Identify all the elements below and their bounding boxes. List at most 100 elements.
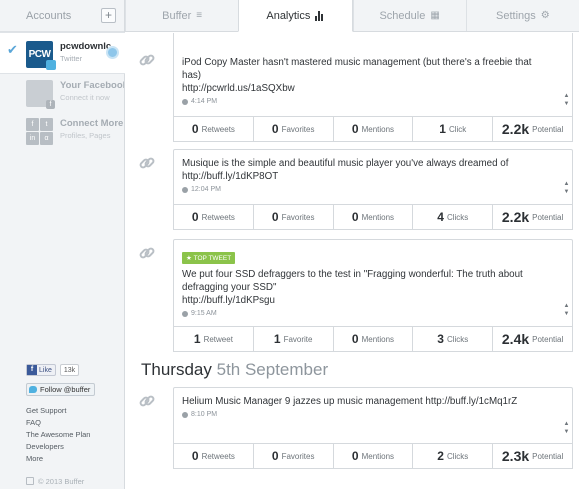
clock-icon	[182, 186, 188, 193]
stat-label: Potential	[532, 334, 564, 344]
stat-value: 1	[273, 332, 281, 346]
account-item-pcwdownloads[interactable]: ✔ PCW pcwdownlc Twitter	[0, 32, 125, 74]
facebook-icon: f	[27, 365, 37, 375]
tab-settings[interactable]: Settings ⚙	[465, 0, 579, 31]
bar-chart-icon	[315, 10, 324, 21]
stat-mentions: 0 Mentions	[332, 444, 414, 469]
account-type: Twitter	[60, 54, 83, 63]
post-scrollbar[interactable]: ▲ ▼	[563, 420, 570, 436]
accounts-sidebar: Accounts + ✔ PCW pcwdownlc Twitter f You…	[0, 0, 125, 489]
stat-label: Clicks	[446, 212, 469, 222]
stat-value: 0	[271, 122, 279, 136]
scroll-down-icon[interactable]: ▼	[563, 100, 570, 108]
footer-link-faq[interactable]: FAQ	[26, 417, 121, 429]
calendar-icon: ▦	[430, 10, 440, 21]
post-text: We put four SSD defraggers to the test i…	[182, 268, 552, 307]
account-item-facebook[interactable]: f Your Facebook Connect it now	[0, 74, 124, 114]
stat-label: Mentions	[361, 212, 395, 222]
stat-label: Retweet	[203, 334, 233, 344]
post-time: 8:10 PM	[182, 411, 552, 418]
stat-value: 1	[439, 122, 446, 136]
day-name: Thursday	[141, 360, 212, 379]
account-name: Your Facebook	[60, 80, 124, 91]
stat-value: 0	[351, 210, 359, 224]
stack-icon: ≡	[196, 10, 203, 21]
twitter-follow-button[interactable]: Follow @buffer	[26, 383, 96, 396]
post-scrollbar[interactable]: ▲ ▼	[563, 302, 570, 318]
stat-label: Potential	[532, 212, 564, 222]
stat-value: 2.2k	[501, 209, 530, 225]
clock-icon	[182, 310, 188, 317]
post-time-label: 12:04 PM	[191, 186, 221, 193]
stat-value: 1	[193, 332, 201, 346]
account-item-connect-more[interactable]: f t in α Connect More Profiles, Pages	[0, 114, 124, 154]
clock-icon	[182, 411, 188, 418]
stat-mentions: 0 Mentions	[332, 117, 414, 142]
scroll-up-icon[interactable]: ▲	[563, 92, 570, 100]
stat-potential: 2.2k Potential	[492, 205, 573, 230]
post-message: We put four SSD defraggers to the test i…	[182, 269, 523, 293]
link-icon	[139, 247, 155, 259]
post-link[interactable]: http://pcwrld.us/1aSQXbw	[182, 83, 295, 94]
stat-label: Potential	[532, 124, 564, 134]
day-date: 5th September	[216, 360, 329, 379]
stat-label: Potential	[532, 451, 564, 461]
footer-link-more[interactable]: More	[26, 453, 121, 465]
stat-value: 0	[271, 210, 279, 224]
post-link[interactable]: http://buff.ly/1cMq1rZ	[425, 396, 517, 407]
stat-value: 2.2k	[501, 121, 530, 137]
post-card: iPod Copy Master hasn't mastered music m…	[173, 33, 573, 142]
scroll-up-icon[interactable]: ▲	[563, 420, 570, 428]
footer-link-support[interactable]: Get Support	[26, 405, 121, 417]
follow-label: Follow @buffer	[40, 385, 91, 394]
clock-icon	[182, 98, 188, 105]
post-time-label: 8:10 PM	[191, 411, 218, 418]
tab-label: Buffer	[162, 9, 192, 22]
like-count: 13k	[59, 364, 80, 376]
stat-value: 0	[191, 449, 199, 463]
stat-retweets: 0 Retweets	[173, 444, 254, 469]
stat-clicks: 3 Clicks	[412, 327, 494, 352]
tab-label: Settings	[496, 9, 536, 22]
scroll-down-icon[interactable]: ▼	[563, 310, 570, 318]
stat-mentions: 0 Mentions	[332, 327, 414, 352]
post-time-label: 9:15 AM	[191, 310, 217, 317]
stat-label: Favorites	[281, 451, 315, 461]
footer-link-awesome-plan[interactable]: The Awesome Plan	[26, 429, 121, 441]
tab-analytics[interactable]: Analytics	[238, 0, 353, 32]
scroll-down-icon[interactable]: ▼	[563, 428, 570, 436]
tab-schedule[interactable]: Schedule ▦	[352, 0, 466, 31]
post-card: Helium Music Manager 9 jazzes up music m…	[173, 387, 573, 469]
scroll-down-icon[interactable]: ▼	[563, 188, 570, 196]
stat-value: 4	[437, 210, 444, 224]
post-link[interactable]: http://buff.ly/1dKP8OT	[182, 171, 278, 182]
post-scrollbar[interactable]: ▲ ▼	[563, 92, 570, 108]
connect-more-icon: f t in α	[26, 118, 53, 145]
stat-favorites: 0 Favorites	[252, 117, 334, 142]
stat-label: Retweets	[201, 212, 235, 222]
post-text: Helium Music Manager 9 jazzes up music m…	[182, 395, 552, 408]
post-stats: 1 Retweet 1 Favorite 0 Mentions 3 Clicks 2.4…	[173, 326, 573, 352]
post-link[interactable]: http://buff.ly/1dKPsgu	[182, 295, 275, 306]
stat-mentions: 0 Mentions	[332, 205, 414, 230]
post-stats: 0 Retweets 0 Favorites 0 Mentions 1 Click 2.…	[173, 116, 573, 142]
post-time: 4:14 PM	[182, 98, 552, 105]
tab-buffer[interactable]: Buffer ≡	[125, 0, 238, 31]
tab-label: Schedule	[379, 9, 426, 22]
facebook-icon: f	[46, 100, 55, 109]
facebook-avatar: f	[26, 80, 55, 109]
facebook-like-button[interactable]: f Like	[26, 364, 56, 376]
scroll-up-icon[interactable]: ▲	[563, 180, 570, 188]
stat-value: 0	[351, 122, 359, 136]
post-scrollbar[interactable]: ▲ ▼	[563, 180, 570, 196]
post-message: Musique is the simple and beautiful musi…	[182, 158, 509, 169]
add-account-button[interactable]: +	[101, 8, 116, 23]
scroll-up-icon[interactable]: ▲	[563, 302, 570, 310]
analytics-feed: iPod Copy Master hasn't mastered music m…	[125, 33, 579, 489]
avatar-text: PCW	[28, 49, 51, 60]
post-stats: 0 Retweets 0 Favorites 0 Mentions 2 Clicks 2…	[173, 443, 573, 469]
appnet-icon: α	[40, 132, 53, 145]
stat-label: Mentions	[361, 451, 395, 461]
stat-potential: 2.4k Potential	[492, 327, 573, 352]
footer-link-developers[interactable]: Developers	[26, 441, 121, 453]
